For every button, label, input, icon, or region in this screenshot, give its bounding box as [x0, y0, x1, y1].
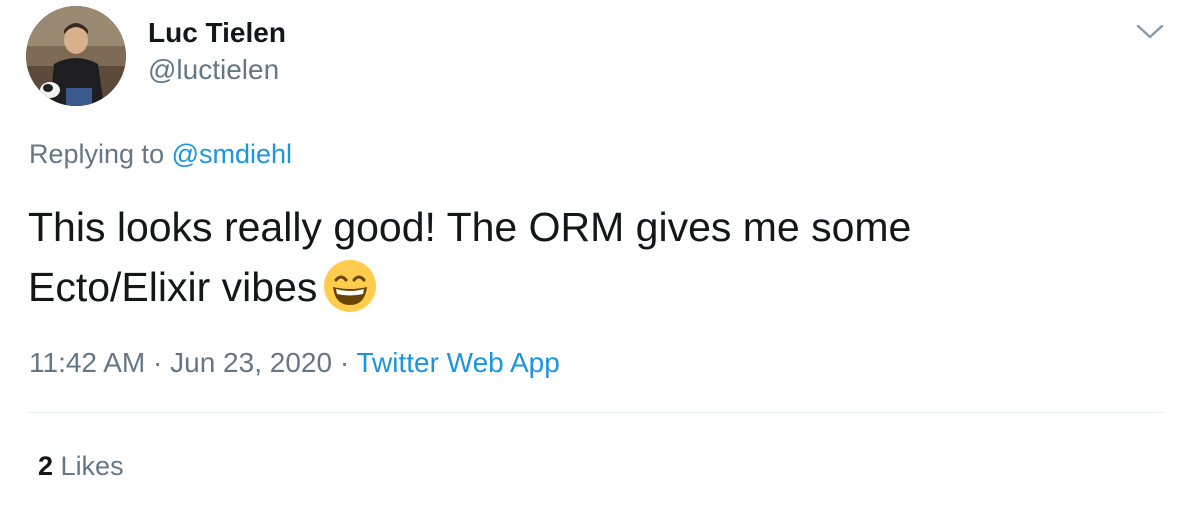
reply-mention-link[interactable]: @smdiehl	[172, 139, 292, 169]
tweet-time[interactable]: 11:42 AM	[29, 347, 145, 378]
more-options-button[interactable]	[1132, 14, 1168, 50]
tweet-date[interactable]: Jun 23, 2020	[170, 347, 332, 378]
display-name[interactable]: Luc Tielen	[148, 15, 286, 51]
replying-to-label: Replying to	[29, 139, 165, 169]
tweet-text-line-2-text: Ecto/Elixir vibes	[28, 264, 318, 310]
likes-label: Likes	[60, 451, 124, 481]
tweet-card: Luc Tielen @luctielen Replying to @smdie…	[0, 0, 1192, 514]
tweet-text-line-2: Ecto/Elixir vibes	[28, 257, 1158, 317]
avatar-photo	[26, 6, 126, 106]
grinning-face-emoji-icon	[323, 259, 377, 313]
tweet-text-line-1: This looks really good! The ORM gives me…	[28, 204, 912, 250]
replying-to: Replying to @smdiehl	[29, 136, 292, 172]
user-info: Luc Tielen @luctielen	[148, 15, 286, 88]
chevron-down-icon	[1136, 24, 1164, 39]
divider	[28, 412, 1164, 413]
likes-link[interactable]: 2 Likes	[38, 448, 124, 484]
tweet-text: This looks really good! The ORM gives me…	[28, 197, 1158, 317]
tweet-metadata: 11:42 AM · Jun 23, 2020 · Twitter Web Ap…	[29, 345, 560, 381]
meta-separator: ·	[339, 347, 350, 378]
avatar[interactable]	[26, 6, 126, 106]
tweet-source-link[interactable]: Twitter Web App	[356, 347, 559, 378]
user-handle[interactable]: @luctielen	[148, 52, 286, 88]
likes-count: 2	[38, 451, 54, 481]
meta-separator: ·	[153, 347, 163, 378]
